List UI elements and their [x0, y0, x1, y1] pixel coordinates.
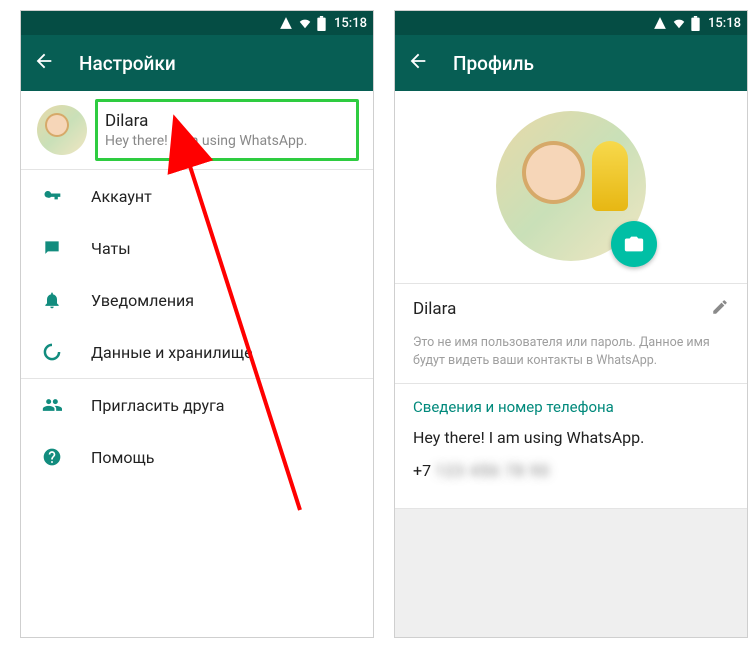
data-usage-icon [41, 342, 63, 362]
name-value: Dilara [413, 299, 456, 319]
clock: 15:18 [708, 16, 741, 31]
about-value[interactable]: Hey there! I am using WhatsApp. [413, 428, 729, 447]
arrow-back-icon [407, 50, 429, 72]
settings-item-invite[interactable]: Пригласить друга [21, 379, 373, 431]
profile-name: Dilara [105, 111, 307, 131]
label: Помощь [91, 448, 154, 467]
name-section[interactable]: Dilara [395, 283, 747, 334]
wifi-icon [297, 16, 313, 30]
avatar [37, 105, 87, 155]
wifi-icon [671, 16, 687, 30]
settings-item-notifications[interactable]: Уведомления [21, 274, 373, 326]
phone-value[interactable]: +7 123 456 78 90 [413, 461, 729, 480]
settings-item-help[interactable]: Помощь [21, 431, 373, 483]
app-bar: Настройки [21, 35, 373, 91]
empty-area [395, 508, 747, 637]
profile-screen: 15:18 Профиль Dilara Это не имя пользова… [394, 10, 748, 638]
status-bar: 15:18 [395, 11, 747, 35]
camera-icon [623, 233, 645, 255]
pencil-icon [711, 298, 729, 316]
section-title: Сведения и номер телефона [413, 398, 729, 416]
app-bar: Профиль [395, 35, 747, 91]
status-bar: 15:18 [21, 11, 373, 35]
label: Уведомления [91, 291, 194, 310]
avatar-area [395, 91, 747, 283]
settings-screen: 15:18 Настройки Dilara Hey there! I am u… [20, 10, 374, 638]
page-title: Профиль [453, 52, 534, 75]
change-photo-button[interactable] [611, 221, 657, 267]
back-button[interactable] [407, 50, 429, 76]
label: Данные и хранилище [91, 343, 253, 362]
about-phone-section: Сведения и номер телефона Hey there! I a… [395, 383, 747, 508]
people-icon [41, 395, 63, 415]
battery-icon [317, 16, 326, 31]
edit-name-button[interactable] [711, 298, 729, 320]
key-icon [41, 186, 63, 206]
settings-item-account[interactable]: Аккаунт [21, 170, 373, 222]
arrow-back-icon [33, 50, 55, 72]
chat-icon [41, 238, 63, 258]
profile-status: Hey there! I am using WhatsApp. [105, 133, 307, 149]
name-hint: Это не имя пользователя или пароль. Данн… [395, 334, 747, 383]
settings-item-data[interactable]: Данные и хранилище [21, 326, 373, 378]
bell-icon [41, 290, 63, 310]
help-icon [41, 447, 63, 467]
battery-icon [691, 16, 700, 31]
label: Аккаунт [91, 187, 152, 206]
clock: 15:18 [334, 16, 367, 31]
signal-icon [279, 16, 293, 30]
settings-item-chats[interactable]: Чаты [21, 222, 373, 274]
page-title: Настройки [79, 52, 176, 75]
label: Чаты [91, 239, 131, 258]
signal-icon [653, 16, 667, 30]
label: Пригласить друга [91, 396, 225, 415]
back-button[interactable] [33, 50, 55, 76]
profile-row[interactable]: Dilara Hey there! I am using WhatsApp. [21, 91, 373, 169]
